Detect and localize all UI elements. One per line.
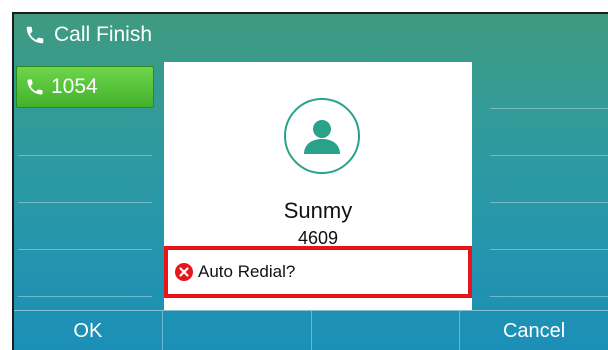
divider xyxy=(490,108,608,109)
empty-softkey-2[interactable] xyxy=(163,311,312,350)
user-silhouette-icon xyxy=(304,120,340,154)
divider xyxy=(18,155,152,156)
contact-name: Sunmy xyxy=(283,198,353,223)
ok-softkey[interactable]: OK xyxy=(14,311,163,350)
prompt-text: Auto Redial? xyxy=(198,262,296,281)
phone-icon xyxy=(27,79,43,95)
phone-screen: Call Finish 1054 Sunmy 4609 Auto Redial?… xyxy=(12,12,608,350)
right-key-panel xyxy=(482,62,608,298)
divider xyxy=(490,202,608,203)
user-avatar-icon xyxy=(284,98,360,174)
divider xyxy=(490,249,608,250)
error-circle-icon xyxy=(175,263,193,281)
call-finish-card: Sunmy 4609 Auto Redial? xyxy=(164,62,472,310)
auto-redial-prompt: Auto Redial? xyxy=(164,246,472,298)
divider xyxy=(490,155,608,156)
softkey-bar: OK Cancel xyxy=(14,310,608,350)
line-key-1054[interactable]: 1054 xyxy=(16,66,154,108)
divider xyxy=(18,296,152,297)
line-key-label: 1054 xyxy=(51,75,98,98)
cancel-softkey[interactable]: Cancel xyxy=(460,311,608,350)
empty-softkey-3[interactable] xyxy=(312,311,461,350)
divider xyxy=(18,249,152,250)
title-bar: Call Finish xyxy=(14,14,608,56)
phone-icon xyxy=(26,26,44,44)
line-key-panel: 1054 xyxy=(14,62,156,298)
page-title: Call Finish xyxy=(54,23,153,46)
divider xyxy=(490,296,608,297)
divider xyxy=(18,202,152,203)
